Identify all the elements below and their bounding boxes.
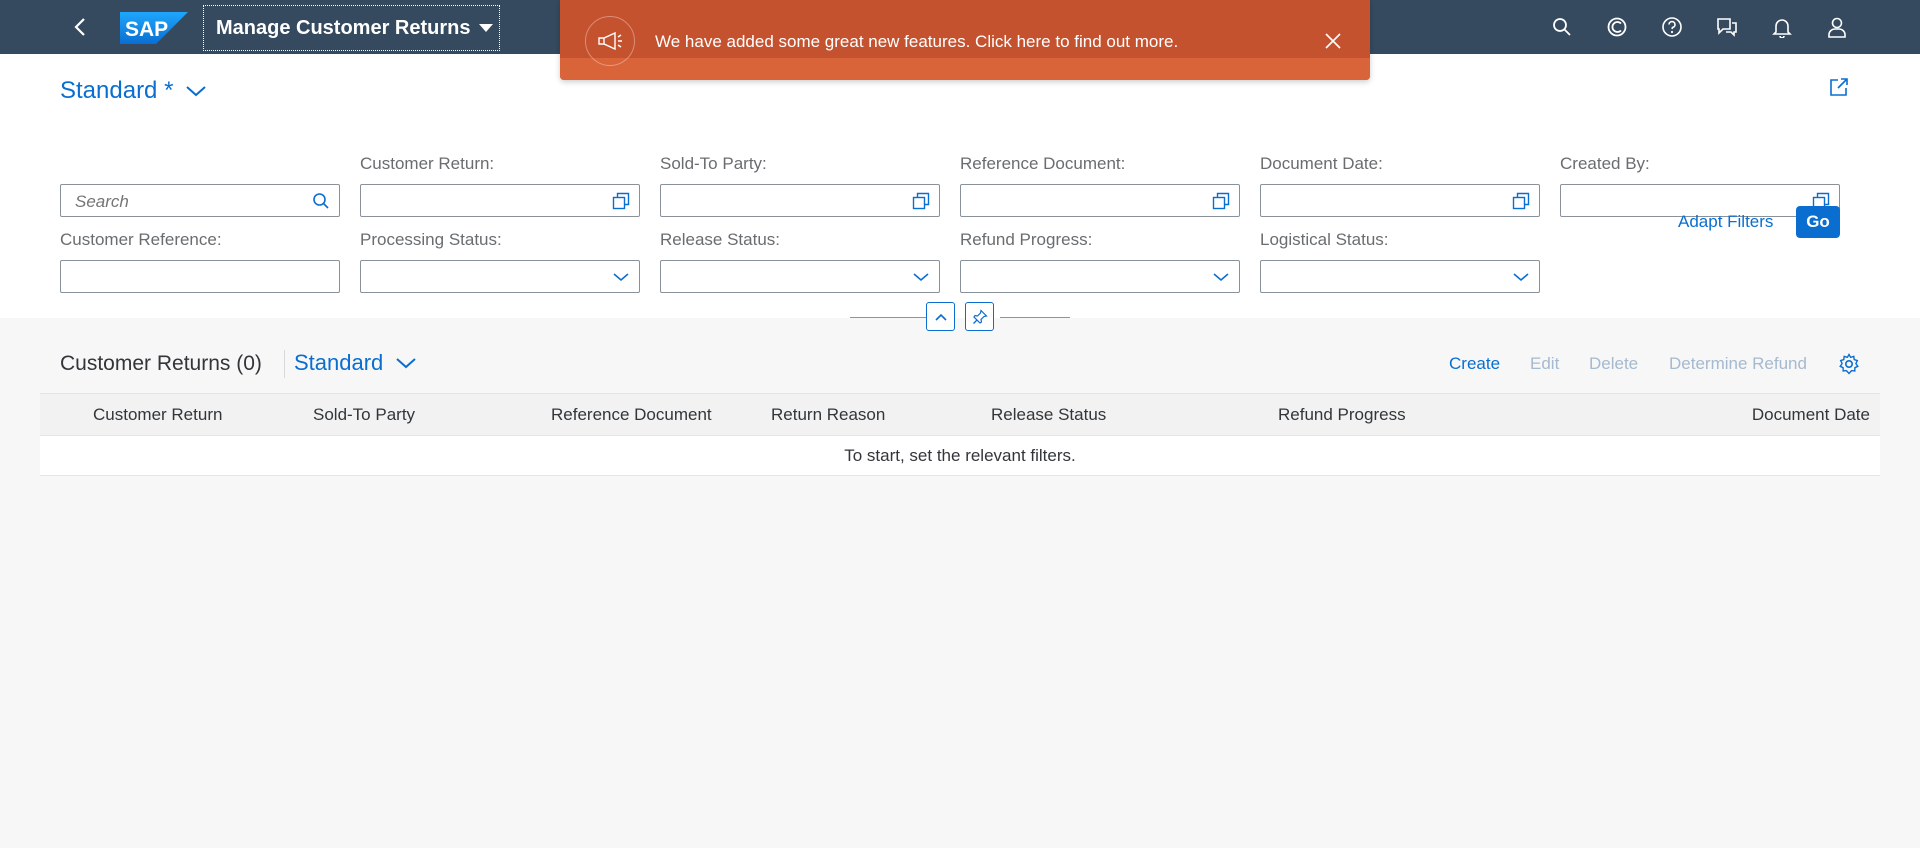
create-button[interactable]: Create: [1449, 354, 1500, 374]
customer-reference-label: Customer Reference:: [60, 230, 222, 249]
chevron-down-icon: [395, 356, 417, 370]
customer-return-label: Customer Return:: [360, 154, 495, 173]
determine-refund-button[interactable]: Determine Refund: [1669, 354, 1807, 374]
chevron-down-icon[interactable]: [610, 266, 632, 288]
pin-header-button[interactable]: [965, 302, 994, 331]
user-icon[interactable]: [1822, 13, 1852, 41]
customer-reference-field[interactable]: [60, 260, 340, 293]
logistical-status-label: Logistical Status:: [1260, 230, 1389, 249]
column-header-refund-progress[interactable]: Refund Progress: [1278, 405, 1406, 425]
search-icon[interactable]: [310, 190, 332, 212]
chevron-down-icon[interactable]: [1210, 266, 1232, 288]
edit-button[interactable]: Edit: [1530, 354, 1559, 374]
column-header-release-status[interactable]: Release Status: [991, 405, 1106, 425]
app-title: Manage Customer Returns: [216, 16, 471, 39]
search-icon[interactable]: [1547, 13, 1577, 41]
filter-header: Standard * Search Customer Return: Sold-…: [0, 54, 1920, 318]
new-features-notification[interactable]: We have added some great new features. C…: [560, 0, 1370, 80]
value-help-icon[interactable]: [610, 190, 632, 212]
refund-progress-select[interactable]: [960, 260, 1240, 293]
megaphone-icon: [585, 16, 635, 66]
go-button[interactable]: Go: [1796, 206, 1840, 238]
chevron-down-icon: [185, 84, 207, 98]
delete-button[interactable]: Delete: [1589, 354, 1638, 374]
gear-icon[interactable]: [1836, 351, 1862, 377]
caret-down-icon: [478, 24, 493, 32]
chevron-down-icon[interactable]: [1510, 266, 1532, 288]
reference-document-field[interactable]: [960, 184, 1240, 217]
reference-document-label: Reference Document:: [960, 154, 1126, 173]
share-icon[interactable]: [1826, 74, 1852, 100]
help-icon[interactable]: [1657, 13, 1687, 41]
back-icon[interactable]: [66, 13, 94, 41]
table-variant-selector[interactable]: Standard: [294, 350, 417, 376]
svg-text:SAP: SAP: [125, 18, 168, 41]
column-header-customer-return[interactable]: Customer Return: [93, 405, 222, 425]
table-variant-label: Standard: [294, 350, 384, 375]
sold-to-party-field[interactable]: [660, 184, 940, 217]
created-by-label: Created By:: [1560, 154, 1650, 173]
variant-selector[interactable]: Standard *: [60, 77, 207, 105]
document-date-field[interactable]: [1260, 184, 1540, 217]
table-header-row: Customer Return Sold-To Party Reference …: [40, 393, 1880, 436]
toolbar-separator: [284, 350, 285, 378]
release-status-label: Release Status:: [660, 230, 781, 249]
notifications-icon[interactable]: [1767, 13, 1797, 41]
variant-label: Standard *: [60, 77, 174, 104]
sap-logo: SAP: [120, 12, 188, 44]
processing-status-select[interactable]: [360, 260, 640, 293]
column-header-document-date[interactable]: Document Date: [1752, 405, 1870, 425]
copilot-icon[interactable]: [1602, 13, 1632, 41]
collapse-header-button[interactable]: [926, 302, 955, 331]
column-header-return-reason[interactable]: Return Reason: [771, 405, 885, 425]
search-input[interactable]: Search: [60, 184, 340, 217]
sold-to-party-label: Sold-To Party:: [660, 154, 767, 173]
notification-band: [560, 58, 1370, 80]
table-title: Customer Returns (0): [60, 352, 262, 375]
adapt-filters-button[interactable]: Adapt Filters: [1678, 212, 1773, 232]
value-help-icon[interactable]: [1210, 190, 1232, 212]
header-divider-left: [850, 317, 926, 318]
refund-progress-label: Refund Progress:: [960, 230, 1093, 249]
release-status-select[interactable]: [660, 260, 940, 293]
chevron-down-icon[interactable]: [910, 266, 932, 288]
value-help-icon[interactable]: [1510, 190, 1532, 212]
feedback-icon[interactable]: [1712, 13, 1742, 41]
close-icon[interactable]: [1322, 30, 1344, 52]
document-date-label: Document Date:: [1260, 154, 1383, 173]
value-help-icon[interactable]: [910, 190, 932, 212]
processing-status-label: Processing Status:: [360, 230, 502, 249]
logistical-status-select[interactable]: [1260, 260, 1540, 293]
column-header-sold-to-party[interactable]: Sold-To Party: [313, 405, 415, 425]
column-header-reference-document[interactable]: Reference Document: [551, 405, 712, 425]
table-no-data-row: To start, set the relevant filters.: [40, 436, 1880, 476]
search-placeholder: Search: [75, 192, 129, 211]
app-title-menu[interactable]: Manage Customer Returns: [203, 5, 500, 51]
no-data-message: To start, set the relevant filters.: [844, 446, 1076, 465]
header-divider-right: [1000, 317, 1070, 318]
customer-return-field[interactable]: [360, 184, 640, 217]
notification-message[interactable]: We have added some great new features. C…: [655, 32, 1178, 52]
